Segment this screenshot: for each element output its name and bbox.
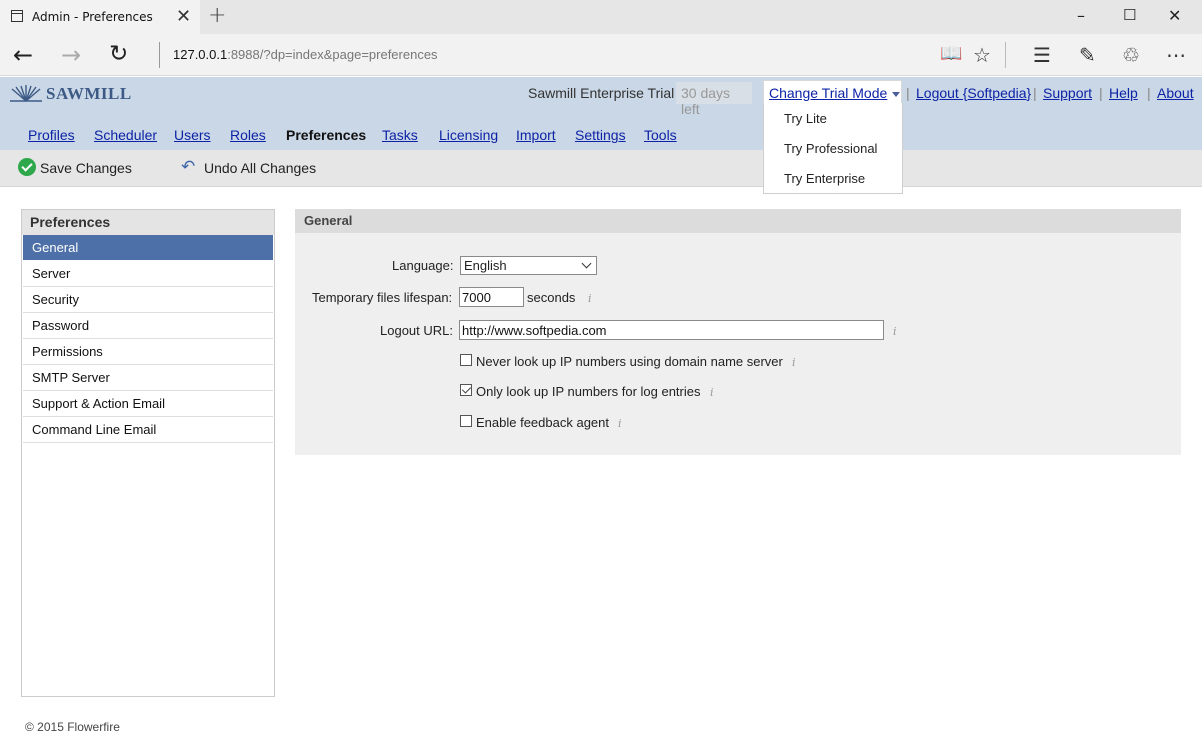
days-left-badge: 30 days left — [676, 82, 752, 117]
address-separator — [159, 42, 160, 68]
trial-mode-menu: Try Lite Try Professional Try Enterprise — [763, 103, 903, 194]
sidebar-item-smtp-server[interactable]: SMTP Server — [23, 365, 273, 391]
link-separator: | — [1033, 85, 1037, 101]
close-window-icon[interactable]: ✕ — [1168, 6, 1181, 25]
nav-roles[interactable]: Roles — [230, 127, 266, 143]
nav-licensing[interactable]: Licensing — [439, 127, 498, 143]
logout-url-input[interactable]: http://www.softpedia.com — [459, 320, 884, 340]
nav-preferences[interactable]: Preferences — [286, 127, 366, 143]
seconds-unit: seconds — [527, 290, 576, 305]
minimize-icon[interactable]: – — [1077, 6, 1085, 25]
menu-item-try-lite[interactable]: Try Lite — [784, 111, 827, 126]
info-icon[interactable]: i — [618, 417, 622, 430]
nav-tasks[interactable]: Tasks — [382, 127, 418, 143]
sidebar-item-password[interactable]: Password — [23, 313, 273, 339]
menu-item-try-enterprise[interactable]: Try Enterprise — [784, 171, 865, 186]
forward-icon[interactable]: → — [61, 41, 81, 69]
link-separator: | — [1147, 85, 1151, 101]
sidebar-title: Preferences — [22, 210, 274, 235]
maximize-icon[interactable]: ☐ — [1123, 6, 1136, 24]
language-select[interactable]: English — [460, 256, 597, 275]
about-link[interactable]: About — [1157, 85, 1194, 101]
nav-scheduler[interactable]: Scheduler — [94, 127, 157, 143]
close-tab-icon[interactable]: ✕ — [176, 6, 191, 27]
sidebar-item-support-action-email[interactable]: Support & Action Email — [23, 391, 273, 417]
info-icon[interactable]: i — [893, 325, 897, 338]
sidebar-item-server[interactable]: Server — [23, 261, 273, 287]
share-icon[interactable]: ♲ — [1122, 43, 1140, 67]
logo-text: SAWMILL — [46, 84, 132, 103]
enable-feedback-agent-checkbox[interactable] — [460, 415, 472, 427]
logout-url-label: Logout URL: — [380, 323, 453, 338]
help-link[interactable]: Help — [1109, 85, 1138, 101]
support-link[interactable]: Support — [1043, 85, 1092, 101]
url-field[interactable]: 127.0.0.1:8988/?dp=index&page=preference… — [173, 47, 438, 62]
tab-title: Admin - Preferences — [32, 10, 153, 24]
never-lookup-ip-checkbox[interactable] — [460, 354, 472, 366]
more-icon[interactable]: ⋯ — [1166, 43, 1186, 67]
only-lookup-ip-checkbox[interactable] — [460, 384, 472, 396]
new-tab-icon[interactable]: + — [208, 3, 226, 28]
refresh-icon[interactable]: ↻ — [109, 41, 128, 67]
toolbar-separator — [1005, 42, 1006, 68]
reading-view-icon[interactable]: 📖 — [940, 43, 962, 64]
copyright-footer: © 2015 Flowerfire — [25, 720, 120, 734]
check-circle-icon[interactable] — [18, 158, 36, 176]
preferences-sidebar: Preferences General Server Security Pass… — [21, 209, 275, 697]
app-header: SAWMILL Sawmill Enterprise Trial 30 days… — [0, 77, 1202, 150]
link-separator: | — [1099, 85, 1103, 101]
language-value: English — [464, 258, 507, 273]
logout-link[interactable]: Logout {Softpedia} — [916, 85, 1031, 101]
web-note-icon[interactable]: ✎ — [1079, 43, 1096, 67]
address-bar-area: ← → ↻ 127.0.0.1:8988/?dp=index&page=pref… — [0, 34, 1202, 76]
info-icon[interactable]: i — [792, 356, 796, 369]
browser-tab[interactable]: Admin - Preferences ✕ — [0, 0, 200, 34]
caret-down-icon — [892, 91, 901, 97]
change-trial-mode-label: Change Trial Mode — [769, 85, 888, 101]
url-path: :8988/?dp=index&page=preferences — [227, 47, 438, 62]
nav-users[interactable]: Users — [174, 127, 211, 143]
never-lookup-ip-label: Never look up IP numbers using domain na… — [476, 354, 783, 369]
change-trial-mode-dropdown[interactable]: Change Trial Mode — [763, 80, 902, 105]
nav-tools[interactable]: Tools — [644, 127, 677, 143]
back-icon[interactable]: ← — [13, 41, 33, 69]
menu-item-try-professional[interactable]: Try Professional — [784, 141, 877, 156]
sawmill-logo[interactable]: SAWMILL — [10, 84, 132, 104]
hub-icon[interactable]: ☰ — [1033, 43, 1051, 67]
page-icon — [11, 10, 23, 22]
language-label: Language: — [392, 258, 454, 273]
enable-feedback-agent-label: Enable feedback agent — [476, 415, 609, 430]
undo-all-changes-button[interactable]: Undo All Changes — [204, 160, 316, 176]
save-changes-button[interactable]: Save Changes — [40, 160, 132, 176]
sidebar-item-security[interactable]: Security — [23, 287, 273, 313]
undo-icon[interactable]: ↶ — [181, 157, 195, 177]
temp-files-label: Temporary files lifespan: — [312, 290, 453, 305]
sawmill-logo-icon — [10, 85, 42, 102]
favorite-star-icon[interactable]: ☆ — [973, 43, 991, 67]
nav-settings[interactable]: Settings — [575, 127, 626, 143]
only-lookup-ip-label: Only look up IP numbers for log entries — [476, 384, 701, 399]
info-icon[interactable]: i — [588, 292, 592, 305]
panel-title: General — [295, 209, 1181, 233]
action-toolbar: Save Changes ↶ Undo All Changes — [0, 150, 1202, 187]
trial-text: Sawmill Enterprise Trial — [528, 85, 675, 101]
sidebar-item-general[interactable]: General — [23, 235, 273, 261]
temp-files-lifespan-input[interactable]: 7000 — [459, 287, 524, 307]
sidebar-item-permissions[interactable]: Permissions — [23, 339, 273, 365]
nav-import[interactable]: Import — [516, 127, 556, 143]
link-separator: | — [906, 85, 910, 101]
chevron-down-icon — [581, 258, 592, 269]
browser-tab-bar: Admin - Preferences ✕ + – ☐ ✕ — [0, 0, 1202, 34]
general-panel: General Language: English Temporary file… — [295, 209, 1181, 455]
nav-profiles[interactable]: Profiles — [28, 127, 75, 143]
info-icon[interactable]: i — [710, 386, 714, 399]
url-host: 127.0.0.1 — [173, 47, 228, 62]
sidebar-item-command-line-email[interactable]: Command Line Email — [23, 417, 273, 443]
